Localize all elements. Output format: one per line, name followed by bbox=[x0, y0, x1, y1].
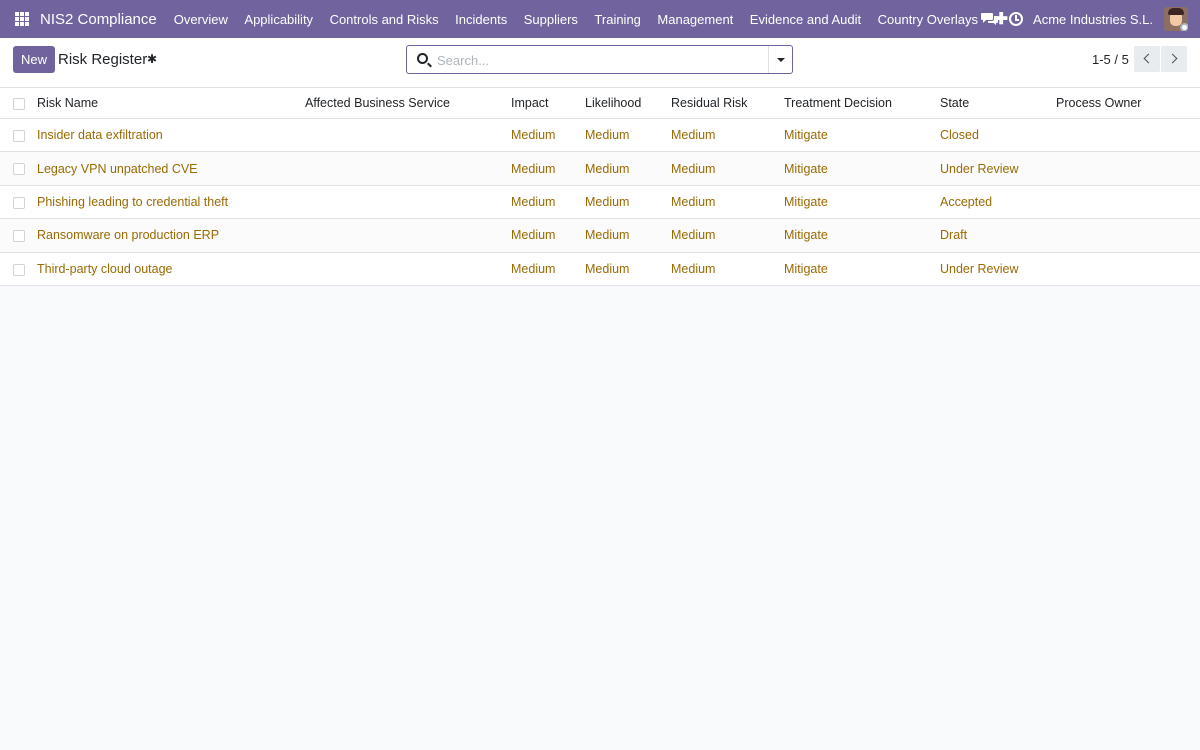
menu-controls-and-risks[interactable]: Controls and Risks bbox=[330, 12, 439, 27]
column-header-residual-risk[interactable]: Residual Risk bbox=[671, 88, 747, 118]
menu-suppliers[interactable]: Suppliers bbox=[524, 12, 578, 27]
gear-icon[interactable]: ✱ bbox=[147, 52, 157, 66]
cell-treatment-decision: Mitigate bbox=[784, 261, 828, 276]
navbar-systray: Acme Industries S.L. bbox=[981, 0, 1200, 38]
cell-likelihood: Medium bbox=[585, 194, 630, 209]
column-header-process-owner[interactable]: Process Owner bbox=[1056, 88, 1141, 118]
column-header-risk-name[interactable]: Risk Name bbox=[37, 88, 98, 118]
menu-overview[interactable]: Overview bbox=[174, 12, 228, 27]
company-switcher[interactable]: Acme Industries S.L. bbox=[1033, 12, 1153, 27]
cell-treatment-decision: Mitigate bbox=[784, 194, 828, 209]
cell-treatment-decision: Mitigate bbox=[784, 161, 828, 176]
menu-management[interactable]: Management bbox=[657, 12, 733, 27]
pager-value[interactable]: 1-5 / 5 bbox=[1092, 52, 1129, 67]
column-header-likelihood[interactable]: Likelihood bbox=[585, 88, 641, 118]
app-brand[interactable]: NIS2 Compliance bbox=[40, 11, 157, 28]
cell-treatment-decision: Mitigate bbox=[784, 228, 828, 243]
menu-training[interactable]: Training bbox=[594, 12, 640, 27]
menu-evidence-and-audit[interactable]: Evidence and Audit bbox=[750, 12, 861, 27]
chat-icon[interactable] bbox=[981, 12, 999, 26]
cell-likelihood: Medium bbox=[585, 261, 630, 276]
cell-impact: Medium bbox=[511, 194, 556, 209]
cell-risk-name: Legacy VPN unpatched CVE bbox=[37, 161, 198, 176]
cell-risk-name: Ransomware on production ERP bbox=[37, 228, 220, 243]
pager-next-button[interactable] bbox=[1161, 46, 1187, 72]
new-button[interactable]: New bbox=[13, 46, 55, 73]
cell-residual-risk: Medium bbox=[671, 161, 716, 176]
risk-list-table: Risk Name Affected Business Service Impa… bbox=[0, 88, 1200, 286]
row-checkbox[interactable] bbox=[13, 230, 25, 243]
row-checkbox[interactable] bbox=[13, 263, 25, 276]
table-header: Risk Name Affected Business Service Impa… bbox=[0, 88, 1200, 119]
cell-state: Accepted bbox=[940, 194, 993, 209]
cell-residual-risk: Medium bbox=[671, 194, 716, 209]
table-row[interactable]: Legacy VPN unpatched CVE Medium Medium M… bbox=[0, 152, 1200, 186]
cell-impact: Medium bbox=[511, 128, 556, 143]
search-icon bbox=[417, 53, 428, 64]
menu-applicability[interactable]: Applicability bbox=[244, 12, 313, 27]
select-all-checkbox[interactable] bbox=[13, 98, 25, 110]
column-header-impact[interactable]: Impact bbox=[511, 88, 549, 118]
cell-impact: Medium bbox=[511, 261, 556, 276]
cell-likelihood: Medium bbox=[585, 228, 630, 243]
row-checkbox[interactable] bbox=[13, 130, 25, 142]
top-navbar: NIS2 Compliance Overview Applicability C… bbox=[0, 0, 1200, 38]
cell-residual-risk: Medium bbox=[671, 261, 716, 276]
menu-country-overlays[interactable]: Country Overlays bbox=[878, 12, 978, 27]
search-input[interactable] bbox=[437, 50, 762, 70]
user-avatar[interactable] bbox=[1164, 7, 1188, 31]
cell-state: Closed bbox=[940, 128, 979, 143]
table-row[interactable]: Ransomware on production ERP Medium Medi… bbox=[0, 219, 1200, 253]
search-bar bbox=[406, 45, 793, 74]
column-header-state[interactable]: State bbox=[940, 88, 969, 118]
table-row[interactable]: Third-party cloud outage Medium Medium M… bbox=[0, 253, 1200, 286]
presence-status-icon bbox=[1180, 23, 1188, 31]
apps-grid-icon[interactable] bbox=[15, 12, 29, 26]
cell-impact: Medium bbox=[511, 228, 556, 243]
cell-likelihood: Medium bbox=[585, 161, 630, 176]
page-title: Risk Register bbox=[58, 51, 148, 68]
cell-state: Under Review bbox=[940, 161, 1019, 176]
search-options-toggle[interactable] bbox=[768, 46, 792, 73]
row-checkbox[interactable] bbox=[13, 196, 25, 209]
column-header-affected-business-service[interactable]: Affected Business Service bbox=[305, 88, 450, 118]
cell-impact: Medium bbox=[511, 161, 556, 176]
menu-incidents[interactable]: Incidents bbox=[455, 12, 507, 27]
table-row[interactable]: Phishing leading to credential theft Med… bbox=[0, 186, 1200, 220]
control-panel: New Risk Register ✱ 1-5 / 5 bbox=[0, 38, 1200, 88]
cell-residual-risk: Medium bbox=[671, 128, 716, 143]
cell-state: Draft bbox=[940, 228, 968, 243]
cell-state: Under Review bbox=[940, 261, 1019, 276]
table-row[interactable]: Insider data exfiltration Medium Medium … bbox=[0, 119, 1200, 153]
cell-treatment-decision: Mitigate bbox=[784, 128, 828, 143]
clock-icon[interactable] bbox=[1009, 12, 1024, 26]
cell-likelihood: Medium bbox=[585, 128, 630, 143]
cell-residual-risk: Medium bbox=[671, 228, 716, 243]
pager-previous-button[interactable] bbox=[1134, 46, 1160, 72]
column-header-treatment-decision[interactable]: Treatment Decision bbox=[784, 88, 892, 118]
cell-risk-name: Insider data exfiltration bbox=[37, 128, 163, 143]
cell-risk-name: Phishing leading to credential theft bbox=[37, 194, 229, 209]
row-checkbox[interactable] bbox=[13, 163, 25, 176]
cell-risk-name: Third-party cloud outage bbox=[37, 261, 173, 276]
